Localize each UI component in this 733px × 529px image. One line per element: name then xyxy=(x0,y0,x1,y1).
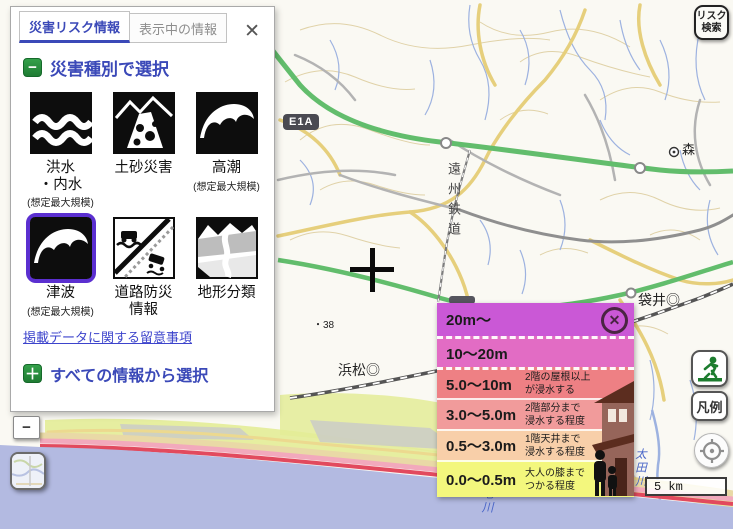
section-title-all-info: すべての情報から選択 xyxy=(50,362,208,386)
storm-surge-icon xyxy=(192,88,262,158)
tab-disaster-risk-info[interactable]: 災害リスク情報 xyxy=(19,11,130,43)
minimap-thumbnail xyxy=(12,454,44,488)
category-label: 土砂災害 xyxy=(115,160,173,177)
legend-desc: が浸水する xyxy=(525,385,575,396)
risk-search-label: 検索 xyxy=(702,23,722,35)
road-disaster-icon xyxy=(109,213,179,283)
legend-range: 5.0〜10m xyxy=(437,374,525,395)
expressway-shield: E1A xyxy=(283,114,319,130)
town-symbol xyxy=(670,148,679,157)
category-landslide[interactable]: 土砂災害 xyxy=(102,88,185,209)
category-label: 道路防災 xyxy=(115,285,173,301)
category-label: 地形分類 xyxy=(198,285,256,302)
tsunami-depth-legend: ✕ 20m〜 10〜20m 5.0〜10m 2階の屋根以上 が浸水する 3.0〜… xyxy=(437,303,634,497)
legend-range: 0.5〜3.0m xyxy=(437,435,525,456)
zoom-out-label: − xyxy=(22,419,31,436)
legend-desc: 2階の屋根以上 xyxy=(525,372,591,383)
category-note: (想定最大規模) xyxy=(193,178,260,193)
risk-search-label: リスク xyxy=(697,11,727,23)
legend-row: 0.5〜3.0m 1階天井まで 浸水する程度 xyxy=(437,429,634,460)
legend-desc: 浸水する程度 xyxy=(525,416,585,427)
crosshair-icon xyxy=(370,248,375,292)
legend-close-icon[interactable]: ✕ xyxy=(601,307,628,334)
category-note: (想定最大規模) xyxy=(27,194,94,209)
legend-row: 0.0〜0.5m 大人の膝まで つかる程度 xyxy=(437,460,634,497)
hazard-map-app: 森 浜松◎ 袋井◎ 遠州鉄道 太田川 竜川 ・38 E1A 災害リスク情報 表示… xyxy=(0,0,733,529)
category-road-disaster[interactable]: 道路防災 情報 xyxy=(102,213,185,318)
scale-label: 5 km xyxy=(654,480,683,494)
gps-target-icon xyxy=(699,438,725,464)
overview-minimap-button[interactable] xyxy=(10,452,46,490)
flood-icon xyxy=(26,88,96,158)
expand-plus-icon[interactable]: ＋ xyxy=(23,364,42,383)
risk-search-button[interactable]: リスク 検索 xyxy=(694,5,729,40)
section-title-by-disaster-type: 災害種別で選択 xyxy=(50,55,169,80)
landslide-icon xyxy=(109,88,179,158)
legend-toggle-button[interactable]: 凡例 xyxy=(691,391,728,421)
category-note: (想定最大規模) xyxy=(27,303,94,318)
category-label: ・内水 xyxy=(39,177,83,193)
tsunami-icon xyxy=(26,213,96,283)
category-terrain[interactable]: 地形分類 xyxy=(185,213,268,318)
legend-button-label: 凡例 xyxy=(696,397,722,416)
legend-range: 20m〜 xyxy=(437,309,525,330)
scale-bar: 5 km xyxy=(645,477,727,496)
category-label: 洪水 xyxy=(46,160,75,176)
category-flood[interactable]: 洪水 ・内水 (想定最大規模) xyxy=(19,88,102,209)
legend-row: 3.0〜5.0m 2階部分まで 浸水する程度 xyxy=(437,398,634,429)
tab-displayed-info[interactable]: 表示中の情報 xyxy=(130,13,227,43)
data-notice-link[interactable]: 掲載データに関する留意事項 xyxy=(23,327,274,346)
terrain-icon xyxy=(192,213,262,283)
disaster-category-grid: 洪水 ・内水 (想定最大規模) 土砂災害 xyxy=(11,86,274,319)
legend-range: 0.0〜0.5m xyxy=(437,469,525,490)
legend-range: 3.0〜5.0m xyxy=(437,404,525,425)
legend-range: 10〜20m xyxy=(437,343,525,364)
legend-desc: 大人の膝まで xyxy=(525,468,585,479)
category-tsunami[interactable]: 津波 (想定最大規模) xyxy=(19,213,102,318)
evacuation-site-button[interactable] xyxy=(691,350,728,387)
running-person-icon xyxy=(696,355,724,383)
legend-desc: 浸水する程度 xyxy=(525,447,585,458)
legend-desc: 1階天井まで xyxy=(525,434,581,445)
category-label: 高潮 xyxy=(212,160,241,177)
gps-locate-button[interactable] xyxy=(694,433,729,468)
category-storm-surge[interactable]: 高潮 (想定最大規模) xyxy=(185,88,268,209)
collapse-minus-icon[interactable]: − xyxy=(23,58,42,77)
panel-close-icon[interactable]: ✕ xyxy=(238,20,266,43)
disaster-risk-panel: 災害リスク情報 表示中の情報 ✕ − 災害種別で選択 洪水 ・内水 (想定最大規… xyxy=(10,6,275,412)
category-label: 情報 xyxy=(129,302,158,318)
legend-row: 5.0〜10m 2階の屋根以上 が浸水する xyxy=(437,367,634,398)
legend-row: 10〜20m xyxy=(437,336,634,367)
panel-tabs: 災害リスク情報 表示中の情報 ✕ xyxy=(11,7,274,43)
legend-desc: 2階部分まで xyxy=(525,403,581,414)
legend-desc: つかる程度 xyxy=(525,481,575,492)
zoom-out-button[interactable]: − xyxy=(13,416,40,439)
category-label: 津波 xyxy=(46,285,75,302)
